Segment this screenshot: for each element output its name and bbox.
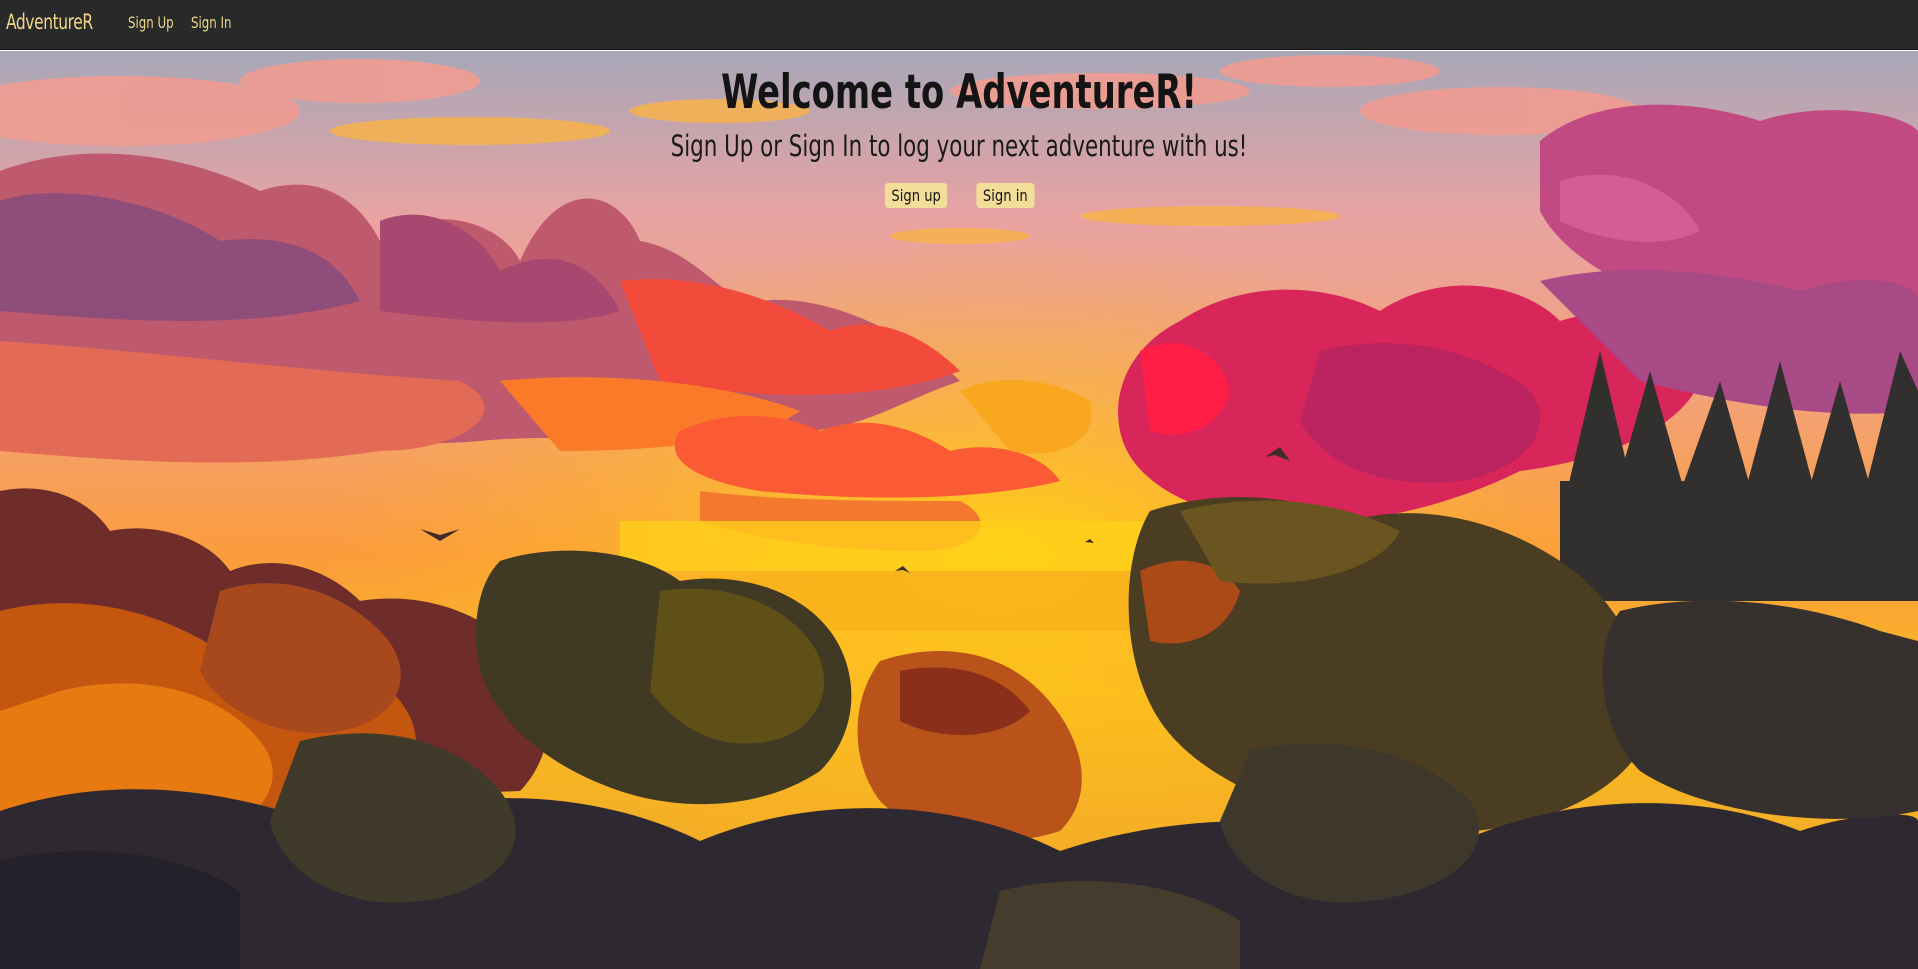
- sign-up-button[interactable]: Sign up: [884, 183, 947, 208]
- navbar: AdventureR Sign Up Sign In: [0, 0, 1918, 50]
- welcome-subtitle: Sign Up or Sign In to log your next adve…: [670, 129, 1248, 163]
- welcome-heading: Welcome to AdventureR!: [721, 65, 1197, 120]
- brand-logo[interactable]: AdventureR: [6, 10, 93, 34]
- auth-button-row: Sign up Sign in: [0, 183, 1918, 208]
- sign-in-button[interactable]: Sign in: [976, 183, 1035, 208]
- nav-sign-in-link[interactable]: Sign In: [191, 13, 231, 32]
- hero-section: Welcome to AdventureR! Sign Up or Sign I…: [0, 51, 1918, 969]
- nav-sign-up-link[interactable]: Sign Up: [128, 13, 174, 32]
